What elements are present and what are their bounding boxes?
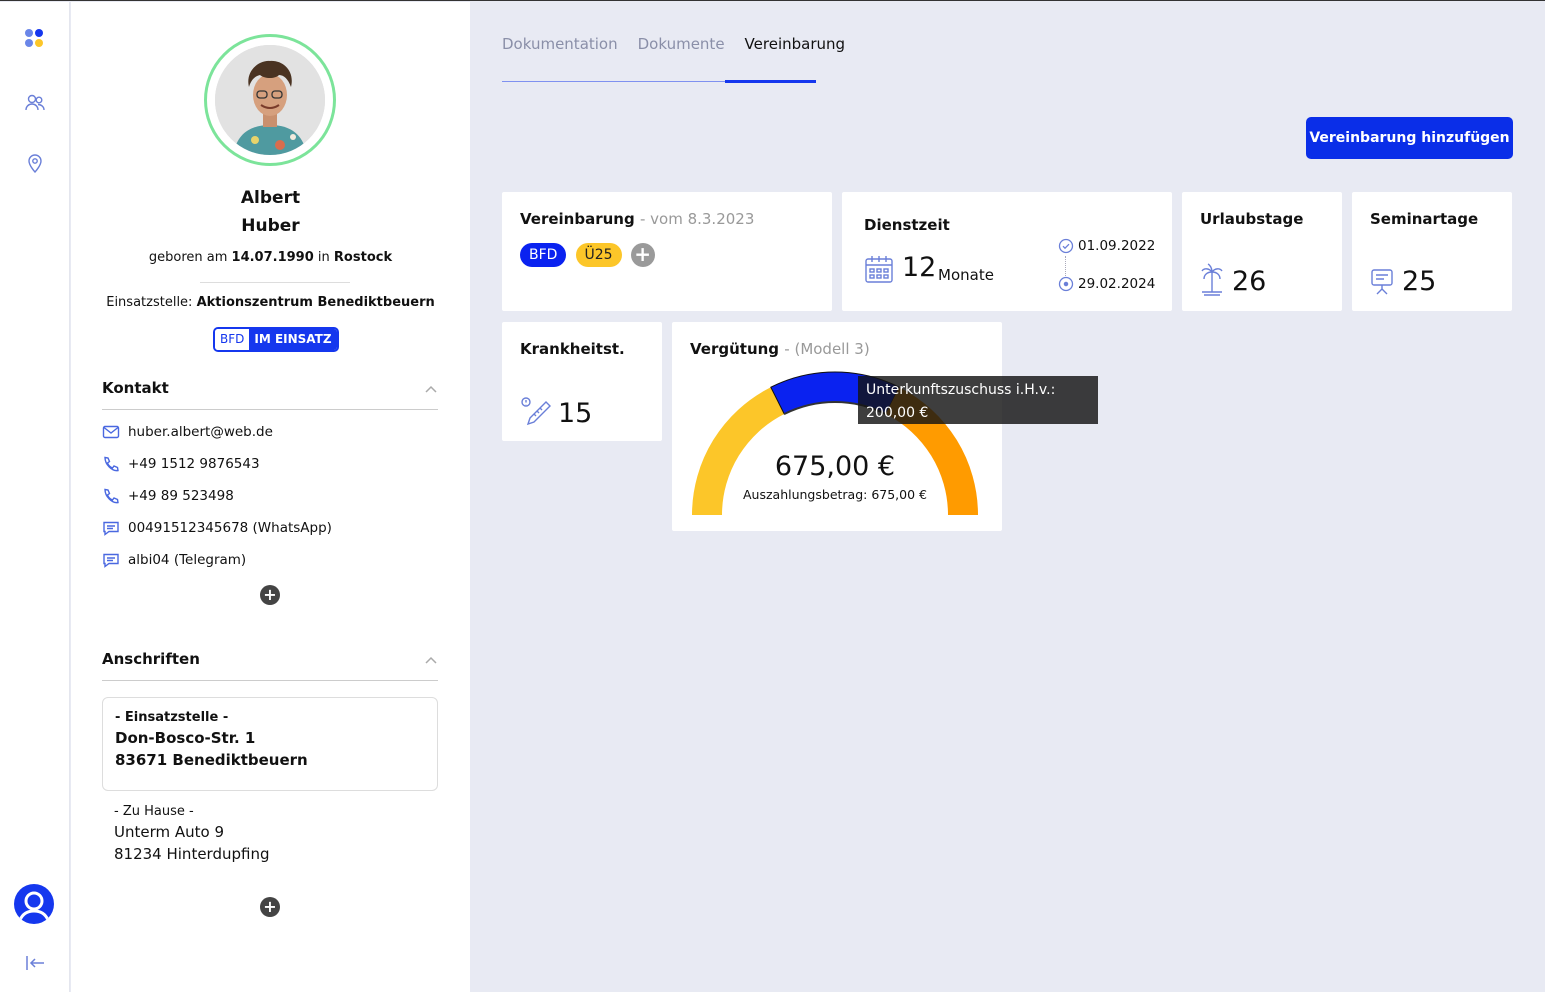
phone-icon [104,456,119,472]
contact-item-whatsapp[interactable]: 00491512345678 (WhatsApp) [102,519,332,537]
seminartage-title: Seminartage [1370,210,1479,228]
profile-panel: Albert Huber geboren am 14.07.1990 in Ro… [71,2,470,992]
born-prefix: geboren am [148,250,228,265]
dienstzeit-start: 01.09.2022 [1078,238,1156,254]
contact-item-phone[interactable]: +49 1512 9876543 [102,455,260,473]
contact-item-telegram[interactable]: albi04 (Telegram) [102,551,246,569]
dienstzeit-title: Dienstzeit [864,216,950,234]
einsatz-label: Einsatzstelle: [106,295,193,310]
tab-dokumente[interactable]: Dokumente [638,35,725,65]
vereinbarung-title: Vereinbarung [520,210,635,228]
dienstzeit-end: 29.02.2024 [1078,276,1156,292]
chevron-up-icon[interactable] [424,653,438,667]
krankheitstage-card[interactable]: Krankheitst. 15 [502,322,662,441]
einsatzstelle-info: Einsatzstelle: Aktionszentrum Benediktbe… [71,295,470,310]
tab-dokumentation[interactable]: Dokumentation [502,35,618,65]
chat-icon [103,553,119,568]
birth-place: Rostock [333,250,393,265]
palm-tree-icon [1201,263,1223,296]
target-circle-icon [1058,276,1074,292]
anschriften-section-header[interactable]: Anschriften [102,650,438,681]
birth-date: 14.07.1990 [231,250,314,265]
krankheit-value: 15 [558,398,593,429]
anschriften-title: Anschriften [102,650,200,668]
krankheit-title: Krankheitst. [520,340,625,358]
status-badge: BFD IM EINSATZ [213,327,339,352]
add-vereinbarung-button[interactable]: Vereinbarung hinzufügen [1306,117,1513,159]
timeline-connector [1065,256,1066,276]
status-program: BFD [215,329,250,350]
contact-item-phone[interactable]: +49 89 523498 [102,487,234,505]
verguetung-title: Vergütung [690,340,780,358]
chart-tooltip: Unterkunftszuschuss i.H.v.: 200,00 € [858,376,1098,424]
presentation-board-icon [1371,269,1393,295]
tab-vereinbarung[interactable]: Vereinbarung [745,35,845,65]
user-profile-icon[interactable] [14,884,54,924]
contact-text: albi04 (Telegram) [128,552,247,568]
collapse-sidebar-icon[interactable] [24,952,46,974]
chip-row: BFD Ü25 + [520,243,655,267]
app-window: Albert Huber geboren am 14.07.1990 in Ro… [0,0,1545,992]
contact-item-email[interactable]: huber.albert@web.de [102,423,273,441]
add-address-button[interactable]: + [260,897,280,917]
urlaubstage-value: 26 [1232,266,1267,297]
address-street: Unterm Auto 9 [114,823,225,841]
chip-u25[interactable]: Ü25 [575,243,622,267]
kontakt-title: Kontakt [102,379,169,397]
address-street: Don-Bosco-Str. 1 [115,729,256,747]
born-in: in [317,250,330,265]
card-title: Vergütung - (Modell 3) [690,340,870,358]
address-label: - Zu Hause - [114,804,194,819]
contact-text: 00491512345678 (WhatsApp) [128,520,332,536]
add-chip-button[interactable]: + [630,243,655,267]
chat-icon [103,521,119,536]
card-title: Vereinbarung - vom 8.3.2023 [520,210,754,228]
add-contact-button[interactable]: + [260,585,280,605]
vereinbarung-date: - vom 8.3.2023 [639,210,755,228]
address-label: - Einsatzstelle - [115,710,229,725]
tooltip-label: Unterkunftszuschuss i.H.v.: [866,382,1056,398]
check-circle-icon [1058,238,1074,254]
payout-amount: Auszahlungsbetrag: 675,00 € [742,487,927,502]
address-city: 83671 Benediktbeuern [115,751,308,769]
divider [200,282,350,283]
people-icon[interactable] [24,92,46,114]
mail-icon [102,425,120,439]
thermometer-icon [521,397,551,426]
address-home[interactable]: - Zu Hause - Unterm Auto 9 81234 Hinterd… [114,804,269,863]
einsatz-value: Aktionszentrum Benediktbeuern [196,295,435,310]
dienstzeit-unit: Monate [938,266,994,284]
phone-icon [104,488,119,504]
seminartage-value: 25 [1402,266,1437,297]
birth-info: geboren am 14.07.1990 in Rostock [71,250,470,265]
nav-rail [0,2,70,992]
urlaubstage-card[interactable]: Urlaubstage 26 [1182,192,1342,311]
status-state: IM EINSATZ [249,329,337,350]
address-einsatzstelle[interactable]: - Einsatzstelle - Don-Bosco-Str. 1 83671… [102,697,438,791]
chevron-up-icon[interactable] [424,382,438,396]
avatar-ring [204,34,336,166]
contact-text: +49 1512 9876543 [128,456,260,472]
first-name: Albert [240,188,301,208]
tooltip-value: 200,00 € [866,405,929,421]
tab-bar: Dokumentation Dokumente Vereinbarung [502,35,865,65]
kontakt-section-header[interactable]: Kontakt [102,379,438,410]
address-city: 81234 Hinterdupfing [114,845,270,863]
seminartage-card[interactable]: Seminartage 25 [1352,192,1512,311]
verguetung-model: - (Modell 3) [784,340,870,358]
app-logo-icon[interactable] [24,28,46,50]
contact-text: huber.albert@web.de [128,424,273,440]
dienstzeit-card[interactable]: Dienstzeit 12 Monate 01.09.2022 29.02.20… [842,192,1172,311]
location-pin-icon[interactable] [24,152,46,174]
urlaubstage-title: Urlaubstage [1200,210,1304,228]
contact-text: +49 89 523498 [128,488,234,504]
active-tab-indicator [725,80,816,83]
dienstzeit-value: 12 [902,252,937,283]
verguetung-total: 675,00 € [774,451,896,482]
calendar-icon [865,256,893,283]
vereinbarung-card[interactable]: Vereinbarung - vom 8.3.2023 BFD Ü25 + [502,192,832,311]
chip-bfd[interactable]: BFD [520,243,567,267]
last-name: Huber [241,216,300,236]
avatar[interactable] [215,45,325,155]
